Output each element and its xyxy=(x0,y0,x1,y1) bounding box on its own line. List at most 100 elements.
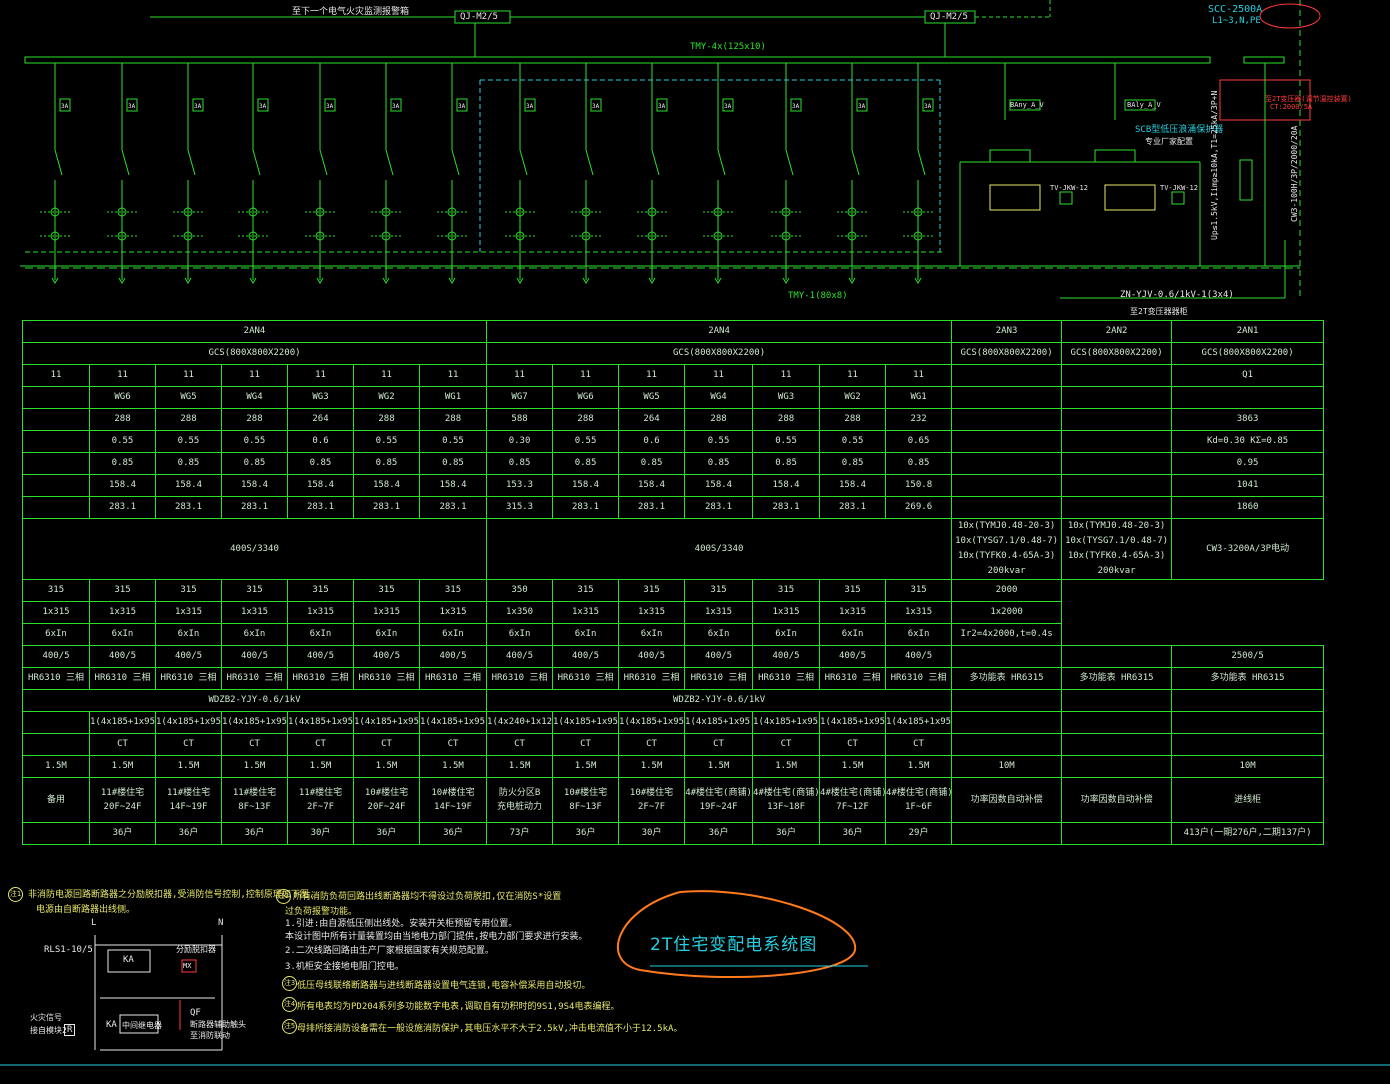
switch-blade xyxy=(917,149,926,176)
schedule-cell: 158.4 xyxy=(418,474,488,497)
switch-blade xyxy=(187,149,196,176)
fuse-tag: 3A xyxy=(526,103,534,110)
fuse-tag: 3A xyxy=(326,103,334,110)
schedule-cell: 315 xyxy=(885,579,953,602)
shunt-label: 分励脱扣器 xyxy=(176,945,216,954)
schedule-cell xyxy=(951,364,1063,387)
scc-sub-label: L1~3,N,PE xyxy=(1212,16,1261,26)
schedule-cell: 0.30 xyxy=(486,430,554,453)
note-3: 低压母线联络断路器与进线断路器设置电气连锁,电容补偿采用自动投切。 xyxy=(297,981,591,991)
schedule-row: HR6310 三相 HR6310 三相 HR6310 三相 HR6310 三相 HR63… xyxy=(22,667,1325,690)
schedule-cell: 0.85 xyxy=(221,452,288,475)
schedule-cell: 315 xyxy=(22,579,90,602)
schedule-cell: WG2 xyxy=(819,386,887,409)
schedule-cell xyxy=(1061,711,1173,734)
schedule-cell xyxy=(951,430,1063,453)
load-description-line: 20F~24F xyxy=(103,801,142,812)
schedule-cell: HR6310 三相 xyxy=(684,667,754,690)
schedule-row: 315 315 315 315 315 315 315 350 315 315 315 315 315 3… xyxy=(22,579,1324,602)
switch-blade xyxy=(717,149,726,176)
schedule-cell: 588 xyxy=(486,408,554,431)
highlight-oval-top xyxy=(1259,3,1321,29)
load-description-line: 19F~24F xyxy=(699,801,738,812)
schedule-cell: 0.6 xyxy=(618,430,686,453)
cap-b-line: 10x(TYSG7.1/0.48-7) xyxy=(1065,536,1169,546)
schedule-cell: 288 xyxy=(552,408,620,431)
to-transformer-label: 至2T变压器器柜 xyxy=(1130,307,1188,316)
schedule-cell: 1(4x185+1x95) xyxy=(418,711,488,734)
schedule-cell: 11 xyxy=(486,364,554,387)
breaker-rows: 315 315 315 315 315 315 315 350 315 315 315 315 315 3… xyxy=(22,579,1325,690)
load-description: 备用 xyxy=(22,777,90,823)
note-marker-3: 注3 xyxy=(282,976,297,991)
schedule-cell xyxy=(1061,430,1173,453)
load-description-line: 10#楼住宅 xyxy=(364,787,409,798)
fuse-tag: 3A xyxy=(128,103,136,110)
schedule-row: 158.4 158.4 158.4 158.4 158.4 158.4 153.3 158.4… xyxy=(22,474,1325,497)
note-marker-5: 注5 xyxy=(282,1019,297,1034)
schedule-cell: 158.4 xyxy=(287,474,354,497)
schedule-cell: 1x315 xyxy=(287,601,354,624)
schedule-row: 36户 36户 36户 30户 36户 36户 73户 36户 30户 36户 36户 36户 29户 4… xyxy=(22,822,1325,845)
schedule-cell xyxy=(951,386,1063,409)
switch-blade xyxy=(319,149,328,176)
load-description-line: 10#楼住宅 xyxy=(431,787,475,798)
schedule-cell: CT xyxy=(89,733,156,756)
schedule-cell: 283.1 xyxy=(819,496,887,519)
schedule-cell: 1(4x185+1x95) xyxy=(552,711,620,734)
schedule-cell: 400/5 xyxy=(221,645,288,668)
schedule-cell: 多功能表 HR6315 xyxy=(1171,667,1325,690)
schedule-cell: 288 xyxy=(353,408,420,431)
cable-type-left: WDZB2-YJY-0.6/1kV xyxy=(21,689,488,712)
fuse-tag: 3A xyxy=(592,103,600,110)
schedule-cell xyxy=(1061,755,1173,778)
schedule-cell: 0.95 xyxy=(1171,452,1325,475)
note-2f: 3.机柜安全接地电阻门控电。 xyxy=(285,962,404,972)
schedule-cell: 0.65 xyxy=(885,430,953,453)
schedule-cell: HR6310 三相 xyxy=(819,667,887,690)
panel-name-a: 2AN4 xyxy=(21,320,488,343)
schedule-cell: WG4 xyxy=(684,386,754,409)
schedule-cell: 1.5M xyxy=(684,755,754,778)
schedule-cell: 36户 xyxy=(752,822,821,845)
schedule-cell: 232 xyxy=(885,408,953,431)
tv-label-2: TV-JKW-12 xyxy=(1160,184,1198,192)
capacitor-banks xyxy=(959,63,1266,266)
schedule-cell: 315 xyxy=(684,579,754,602)
schedule-cell: HR6310 三相 xyxy=(885,667,953,690)
schedule-cell: 283.1 xyxy=(418,496,488,519)
schedule-cell: 269.6 xyxy=(885,496,953,519)
schedule-cell: 1.5M xyxy=(22,755,90,778)
schedule-cell: 315.3 xyxy=(486,496,554,519)
maker-label: 专业厂家配置 xyxy=(1145,137,1193,146)
schedule-cell: 0.85 xyxy=(885,452,953,475)
schedule-cell: 158.4 xyxy=(89,474,156,497)
note-1b: 电源由自断路器出线侧。 xyxy=(36,905,136,915)
schedule-cell: 0.55 xyxy=(221,430,288,453)
schedule-cell: 1x315 xyxy=(353,601,420,624)
schedule-cell xyxy=(1061,496,1173,519)
schedule-cell: 315 xyxy=(819,579,887,602)
schedule-cell: WG3 xyxy=(287,386,354,409)
schedule-cell: WG4 xyxy=(221,386,288,409)
schedule-cell: CT xyxy=(155,733,222,756)
schedule-cell: 288 xyxy=(155,408,222,431)
fuse-tag: 3A xyxy=(259,103,267,110)
schedule-cell: 11 xyxy=(22,364,90,387)
schedule-cell: 1(4x185+1x95) xyxy=(752,711,821,734)
switch-blade xyxy=(585,149,594,176)
schedule-cell: 0.55 xyxy=(155,430,222,453)
cap-label-1: BAny_A_V xyxy=(1010,101,1044,109)
schedule-cell: HR6310 三相 xyxy=(155,667,222,690)
schedule-cell: 6xIn xyxy=(287,623,354,646)
schedule-cell: 153.3 xyxy=(486,474,554,497)
switch-blade xyxy=(851,149,860,176)
note-marker-1: 注1 xyxy=(8,887,23,902)
load-description: 防火分区B 充电桩动力 xyxy=(486,777,554,823)
note-1: 非消防电源回路断路器之分励脱扣器,受消防信号控制,控制原理如下图, xyxy=(28,890,315,900)
schedule-cell: 11 xyxy=(353,364,420,387)
schedule-cell: HR6310 三相 xyxy=(418,667,488,690)
schedule-cell: 1(4x185+1x95) xyxy=(819,711,887,734)
schedule-cell: 29户 xyxy=(885,822,953,845)
schedule-cell: 283.1 xyxy=(684,496,754,519)
